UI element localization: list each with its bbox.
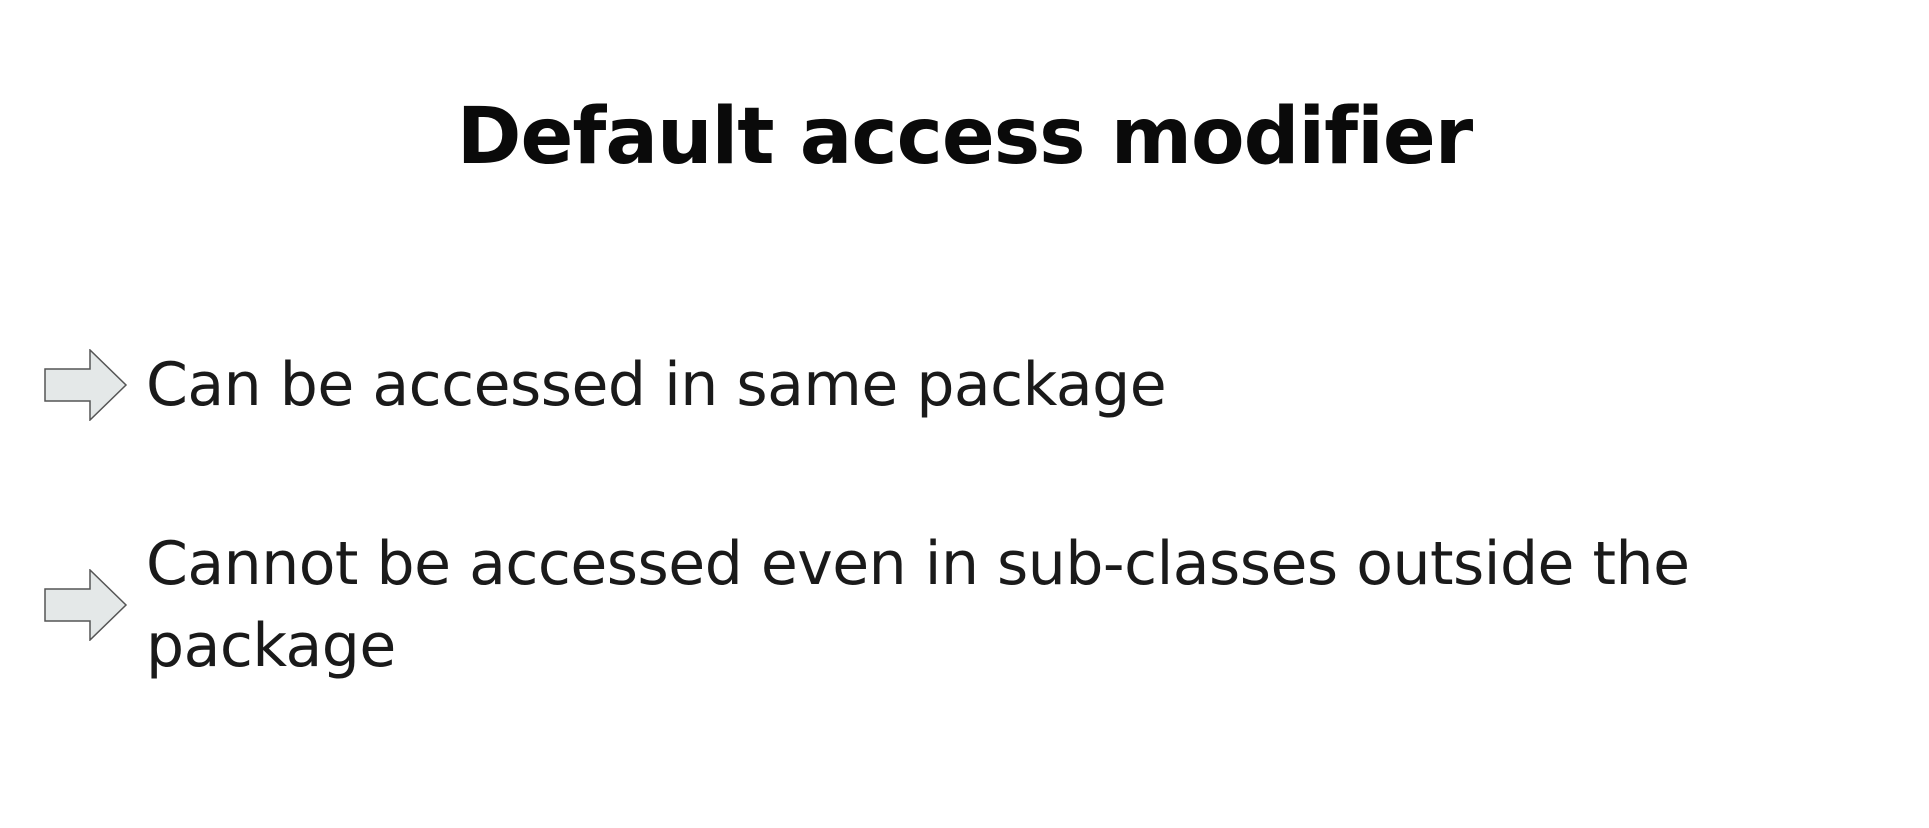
bullet-list: Can be accessed in same package Cannot b…: [0, 0, 1929, 828]
bullet-text: Can be accessed in same package: [146, 350, 1167, 420]
bullet-item: Can be accessed in same package: [44, 345, 1864, 425]
bullet-text: Cannot be accessed even in sub-classes o…: [146, 529, 1690, 681]
bullet-item: Cannot be accessed even in sub-classes o…: [44, 525, 1864, 685]
right-arrow-icon: [44, 569, 128, 641]
slide: Default access modifier Can be accessed …: [0, 0, 1929, 828]
right-arrow-icon: [44, 349, 128, 421]
